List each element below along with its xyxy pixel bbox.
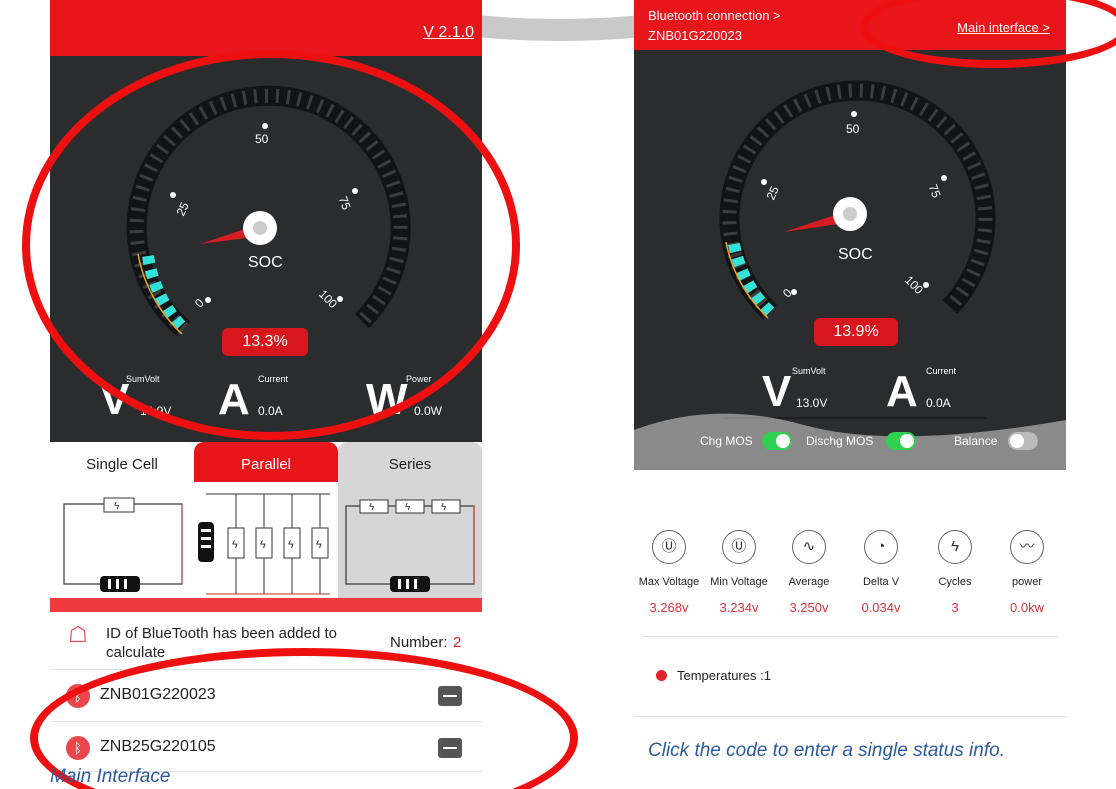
parallel-diagram: ϟϟϟϟ xyxy=(198,493,330,595)
temperature-dot-icon xyxy=(656,670,667,681)
power-value: 0.0W xyxy=(414,404,443,418)
breadcrumb-parent: Bluetooth connection > xyxy=(648,8,781,23)
svg-text:ϟ: ϟ xyxy=(288,539,294,551)
single-cell-diagram: ϟ xyxy=(63,497,183,592)
current-icon: A xyxy=(886,367,918,416)
soc-panel: 0 25 50 75 100 SOC 13.9% V SumVolt 13.0V… xyxy=(634,50,1066,470)
svg-text:ϟ: ϟ xyxy=(260,539,266,551)
soc-value-badge: 13.9% xyxy=(814,318,898,346)
caption-main-interface: Main Interface xyxy=(50,766,171,787)
stat-value: 3.250v xyxy=(789,600,829,615)
version-link[interactable]: V 2.1.0 xyxy=(423,24,474,42)
dischg-mos-toggle[interactable] xyxy=(886,432,916,450)
stat-value: 0.034v xyxy=(861,600,901,615)
svg-text:ϟ: ϟ xyxy=(441,502,447,513)
stat-min-voltage[interactable]: Ⓤ Min Voltage 3.234v xyxy=(704,530,774,615)
tab-parallel-label: Parallel xyxy=(240,456,292,473)
sumvolt-label: SumVolt xyxy=(792,366,826,376)
caption-status-info: Click the code to enter a single status … xyxy=(648,740,1005,761)
tick-50: 50 xyxy=(846,122,860,136)
bottom-nav-border xyxy=(634,716,1066,717)
highlight-ring-gauge xyxy=(22,50,520,440)
router-icon: ☖ xyxy=(68,622,88,647)
voltage-max-icon: Ⓤ xyxy=(652,530,686,564)
breadcrumb-device: ZNB01G220023 xyxy=(648,28,742,43)
stat-label: Min Voltage xyxy=(710,576,768,588)
stat-label: Cycles xyxy=(938,576,972,588)
tab-parallel[interactable]: Parallel ϟ ϟ ϟ ϟ xyxy=(194,442,338,602)
current-label: Current xyxy=(926,366,957,376)
temperatures-row[interactable]: Temperatures :1 xyxy=(656,668,771,683)
sine-wave-icon: ∿ xyxy=(792,530,826,564)
tab-series[interactable]: Series ϟ ϟ ϟ xyxy=(338,442,482,602)
stat-cycles[interactable]: ϟ Cycles 3 xyxy=(920,530,990,615)
current-meter: A Current 0.0A xyxy=(886,360,986,420)
chg-mos-label: Chg MOS xyxy=(700,434,753,448)
bt-number-label: Number: xyxy=(390,634,448,651)
stat-label: Average xyxy=(788,576,830,588)
svg-text:ϟ: ϟ xyxy=(114,501,120,512)
svg-text:ϟ: ϟ xyxy=(316,539,322,551)
switch-row: Chg MOS Dischg MOS Balance xyxy=(634,430,1066,454)
svg-text:ϟ: ϟ xyxy=(405,502,411,513)
stat-average[interactable]: ∿ Average 3.250v xyxy=(774,530,844,615)
device-status-screen: Bluetooth connection > ZNB01G220023 Main… xyxy=(634,0,1066,724)
divider xyxy=(642,636,1058,637)
chg-mos-toggle[interactable] xyxy=(762,432,792,450)
stat-value: 0.0kw xyxy=(1010,600,1044,615)
stat-value: 3.234v xyxy=(719,600,759,615)
stage: V 2.1.0 0 25 50 75 100 SOC 13.3% V SumVo… xyxy=(0,0,1116,789)
tab-single-cell-label: Single Cell xyxy=(86,456,158,473)
breadcrumb[interactable]: Bluetooth connection > ZNB01G220023 xyxy=(648,6,781,46)
dischg-mos-label: Dischg MOS xyxy=(806,434,874,448)
bt-number-value: 2 xyxy=(453,634,462,651)
voltage-icon: V xyxy=(762,367,792,416)
temperatures-label: Temperatures :1 xyxy=(677,668,771,683)
balance-label: Balance xyxy=(954,434,998,448)
mode-divider xyxy=(50,598,482,612)
stat-value: 3.268v xyxy=(649,600,689,615)
bolt-circle-icon: ϟ xyxy=(938,530,972,564)
series-diagram: ϟϟϟ xyxy=(345,499,475,592)
sumvolt-value: 13.0V xyxy=(796,396,828,410)
voltage-min-icon: Ⓤ xyxy=(722,530,756,564)
stat-value: 3 xyxy=(951,600,959,615)
svg-text:ϟ: ϟ xyxy=(369,502,375,513)
connection-mode-area: Single Cell ϟ Parallel ϟ ϟ ϟ ϟ Series ϟ … xyxy=(50,442,482,612)
cell-stats: Ⓤ Max Voltage 3.268v Ⓤ Min Voltage 3.234… xyxy=(634,530,1066,640)
tab-single-cell[interactable]: Single Cell ϟ xyxy=(50,442,194,602)
sumvolt-meter: V SumVolt 13.0V xyxy=(762,360,862,420)
current-value: 0.0A xyxy=(926,396,951,410)
stat-delta-v[interactable]: ◔ Delta V 0.034v xyxy=(846,530,916,615)
pulse-icon: 〰 xyxy=(1010,530,1044,564)
stat-max-voltage[interactable]: Ⓤ Max Voltage 3.268v xyxy=(634,530,704,615)
svg-text:ϟ: ϟ xyxy=(232,539,238,551)
top-bar: V 2.1.0 xyxy=(50,0,482,56)
tab-series-label: Series xyxy=(388,456,432,473)
stat-label: Max Voltage xyxy=(638,576,700,588)
soc-label: SOC xyxy=(838,246,873,263)
stat-label: power xyxy=(1012,576,1042,588)
balance-toggle[interactable] xyxy=(1008,432,1038,450)
stat-power[interactable]: 〰 power 0.0kw xyxy=(992,530,1062,615)
dial-icon: ◔ xyxy=(864,530,898,564)
stat-label: Delta V xyxy=(862,576,900,588)
